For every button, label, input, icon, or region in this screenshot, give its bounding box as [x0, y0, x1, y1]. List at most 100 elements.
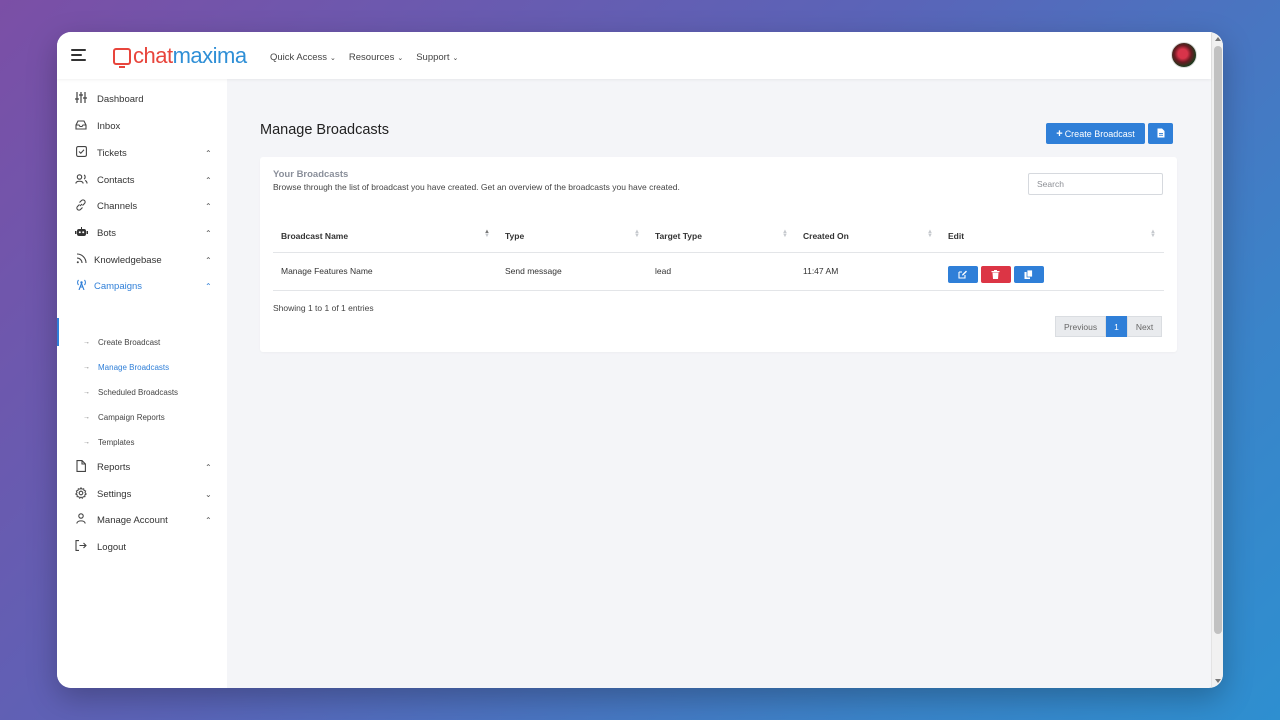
page-title: Manage Broadcasts — [260, 122, 389, 138]
delete-button[interactable] — [981, 266, 1011, 283]
sidebar-item-reports[interactable]: Reports ⌃ — [57, 456, 227, 478]
edit-button[interactable] — [948, 266, 978, 283]
nav-label: Support — [416, 52, 450, 63]
user-icon — [75, 513, 87, 527]
sidebar-item-contacts[interactable]: Contacts ⌃ — [57, 169, 227, 191]
sidebar-item-logout[interactable]: Logout — [57, 536, 227, 558]
users-icon — [75, 173, 88, 187]
sidebar-item-label: Inbox — [97, 120, 121, 132]
sort-icon[interactable]: ▲ ▼ — [1150, 229, 1156, 239]
sidebar-item-label: Manage Account — [97, 514, 168, 526]
page-1-button[interactable]: 1 — [1106, 316, 1127, 337]
sidebar-item-label: Reports — [97, 461, 131, 473]
menu-toggle-icon[interactable] — [71, 49, 86, 61]
sidebar-item-label: Campaigns — [94, 280, 143, 292]
scroll-up-icon[interactable] — [1215, 37, 1221, 41]
sidebar-item-dashboard[interactable]: Dashboard — [57, 88, 227, 110]
ticket-check-icon — [75, 146, 87, 160]
chevron-up-icon[interactable]: ⌃ — [205, 282, 212, 291]
column-header-target-type[interactable]: Target Type — [655, 231, 702, 241]
chevron-up-icon[interactable]: ⌃ — [205, 463, 212, 472]
sidebar-item-inbox[interactable]: Inbox — [57, 115, 227, 137]
sort-icon[interactable]: ▲ ▼ — [927, 229, 933, 239]
duplicate-button[interactable] — [1014, 266, 1044, 283]
broadcasts-table: Broadcast Name ▲ ▼ Type ▲ ▼ Target Type ▲ ▼… — [273, 222, 1164, 291]
column-header-broadcast-name[interactable]: Broadcast Name — [281, 231, 348, 241]
copy-icon — [1024, 270, 1033, 279]
document-icon — [1157, 128, 1164, 138]
monitor-logo-icon — [113, 47, 131, 68]
chevron-up-icon[interactable]: ⌃ — [205, 516, 212, 525]
sub-item-create-broadcast[interactable]: → Create Broadcast — [57, 333, 227, 351]
sub-item-label: Manage Broadcasts — [98, 362, 170, 372]
nav-label: Resources — [348, 52, 395, 63]
create-broadcast-label: Create Broadcast — [1064, 128, 1135, 139]
top-nav: Quick Access ⌄ Resources ⌄ Support ⌄ — [270, 52, 458, 63]
column-header-created-on[interactable]: Created On — [803, 231, 849, 241]
previous-page-button[interactable]: Previous — [1055, 316, 1107, 337]
inbox-icon — [75, 119, 87, 133]
scrollbar[interactable] — [1211, 32, 1223, 688]
logo[interactable]: chat maxima — [113, 43, 248, 68]
cell-created-on: 11:47 AM — [803, 266, 839, 276]
search-input[interactable] — [1028, 173, 1163, 195]
arrow-right-icon: → — [83, 363, 90, 371]
sidebar-item-label: Dashboard — [97, 93, 144, 105]
file-icon — [75, 459, 87, 475]
logo-text-maxima: maxima — [172, 43, 248, 68]
sub-item-campaign-reports[interactable]: → Campaign Reports — [57, 408, 227, 426]
logout-icon — [75, 540, 87, 554]
arrow-right-icon: → — [83, 413, 90, 421]
sidebar-item-label: Bots — [97, 227, 117, 239]
sort-icon[interactable]: ▲ ▼ — [484, 229, 490, 239]
gear-icon — [75, 486, 87, 502]
app-window: chat maxima Quick Access ⌄ Resources ⌄ Supp… — [57, 32, 1223, 688]
nav-support[interactable]: Support ⌄ — [416, 52, 458, 63]
column-header-type[interactable]: Type — [505, 231, 524, 241]
sidebar: Dashboard Inbox Tickets ⌃ Contacts ⌃ Cha… — [57, 79, 227, 688]
sidebar-item-knowledgebase[interactable]: Knowledgebase ⌃ — [57, 249, 227, 271]
sort-icon[interactable]: ▲ ▼ — [782, 229, 788, 239]
column-header-edit[interactable]: Edit — [948, 231, 964, 241]
table-row: Manage Features Name Send message lead 1… — [273, 253, 1164, 291]
next-page-button[interactable]: Next — [1126, 316, 1163, 337]
sub-item-label: Campaign Reports — [98, 412, 165, 422]
entries-info: Showing 1 to 1 of 1 entries — [273, 303, 374, 313]
rss-icon — [75, 253, 87, 267]
sidebar-item-bots[interactable]: Bots ⌃ — [57, 222, 227, 244]
sidebar-item-channels[interactable]: Channels ⌃ — [57, 195, 227, 217]
trash-icon — [991, 270, 1000, 279]
sliders-icon — [75, 92, 87, 106]
sidebar-item-tickets[interactable]: Tickets ⌃ — [57, 142, 227, 164]
sub-item-templates[interactable]: → Templates — [57, 433, 227, 451]
sub-item-manage-broadcasts[interactable]: → Manage Broadcasts — [57, 358, 227, 376]
top-bar: chat maxima Quick Access ⌄ Resources ⌄ Supp… — [57, 32, 1211, 79]
sort-icon[interactable]: ▲ ▼ — [634, 229, 640, 239]
chevron-up-icon[interactable]: ⌃ — [205, 256, 212, 265]
create-broadcast-button[interactable]: + Create Broadcast — [1046, 123, 1145, 144]
card-subtitle: Browse through the list of broadcast you… — [273, 182, 680, 192]
arrow-right-icon: → — [83, 438, 90, 446]
sub-item-scheduled-broadcasts[interactable]: → Scheduled Broadcasts — [57, 383, 227, 401]
edit-icon — [958, 270, 967, 279]
plus-icon: + — [1056, 127, 1063, 140]
export-button[interactable] — [1148, 123, 1173, 144]
scroll-down-icon[interactable] — [1215, 679, 1221, 683]
avatar[interactable] — [1171, 42, 1197, 68]
nav-label: Quick Access — [270, 52, 328, 63]
pagination: Previous 1 Next — [1055, 316, 1163, 337]
scroll-thumb[interactable] — [1214, 46, 1222, 634]
sidebar-item-settings[interactable]: Settings ⌄ — [57, 483, 227, 505]
nav-quick-access[interactable]: Quick Access ⌄ — [270, 52, 336, 63]
sidebar-item-manage-account[interactable]: Manage Account ⌃ — [57, 509, 227, 531]
sidebar-item-label: Settings — [97, 488, 132, 500]
card-heading: Your Broadcasts — [273, 169, 349, 180]
chevron-up-icon[interactable]: ⌃ — [205, 202, 212, 211]
chevron-up-icon[interactable]: ⌃ — [205, 229, 212, 238]
chevron-up-icon[interactable]: ⌃ — [205, 149, 212, 158]
chevron-up-icon[interactable]: ⌃ — [205, 176, 212, 185]
sidebar-item-label: Knowledgebase — [94, 254, 162, 266]
chevron-down-icon[interactable]: ⌄ — [205, 490, 212, 499]
sidebar-item-campaigns[interactable]: Campaigns ⌃ — [57, 275, 227, 297]
nav-resources[interactable]: Resources ⌄ — [349, 52, 403, 63]
